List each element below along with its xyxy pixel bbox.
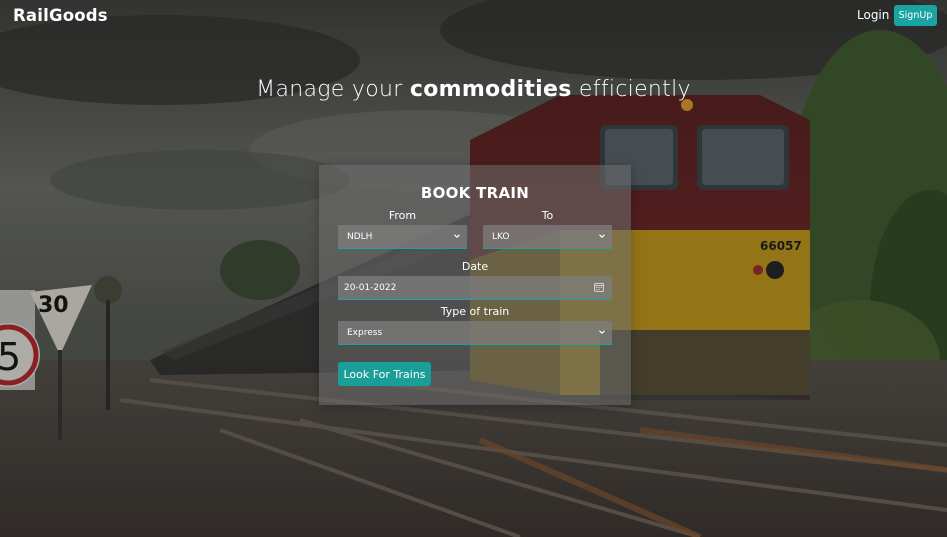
to-select-value: LKO bbox=[492, 231, 510, 242]
to-label: To bbox=[541, 209, 554, 222]
train-type-label: Type of train bbox=[440, 305, 510, 318]
look-for-trains-button[interactable]: Look For Trains bbox=[338, 362, 431, 386]
chevron-down-icon bbox=[599, 330, 605, 335]
signup-button[interactable]: SignUp bbox=[894, 5, 937, 26]
date-label: Date bbox=[461, 260, 489, 273]
chevron-down-icon bbox=[454, 234, 460, 239]
calendar-icon[interactable] bbox=[594, 282, 604, 292]
train-type-value: Express bbox=[347, 327, 383, 338]
login-link[interactable]: Login bbox=[857, 8, 889, 22]
date-input[interactable]: 20-01-2022 bbox=[338, 276, 612, 300]
hero-prefix: Manage your bbox=[256, 77, 410, 102]
brand-logo[interactable]: RailGoods bbox=[13, 6, 108, 25]
hero-emphasis: commodities bbox=[409, 77, 572, 102]
chevron-down-icon bbox=[599, 234, 605, 239]
train-type-select[interactable]: Express bbox=[338, 321, 612, 345]
book-train-card: BOOK TRAIN From NDLH To LKO Date 20-01-2… bbox=[319, 165, 631, 405]
hero-heading: Manage your commodities efficiently bbox=[0, 77, 947, 102]
card-title: BOOK TRAIN bbox=[420, 184, 530, 202]
from-label: From bbox=[388, 209, 417, 222]
hero-suffix: efficiently bbox=[571, 77, 691, 102]
date-input-value: 20-01-2022 bbox=[344, 282, 397, 293]
from-select-value: NDLH bbox=[347, 231, 373, 242]
from-select[interactable]: NDLH bbox=[338, 225, 467, 249]
to-select[interactable]: LKO bbox=[483, 225, 612, 249]
